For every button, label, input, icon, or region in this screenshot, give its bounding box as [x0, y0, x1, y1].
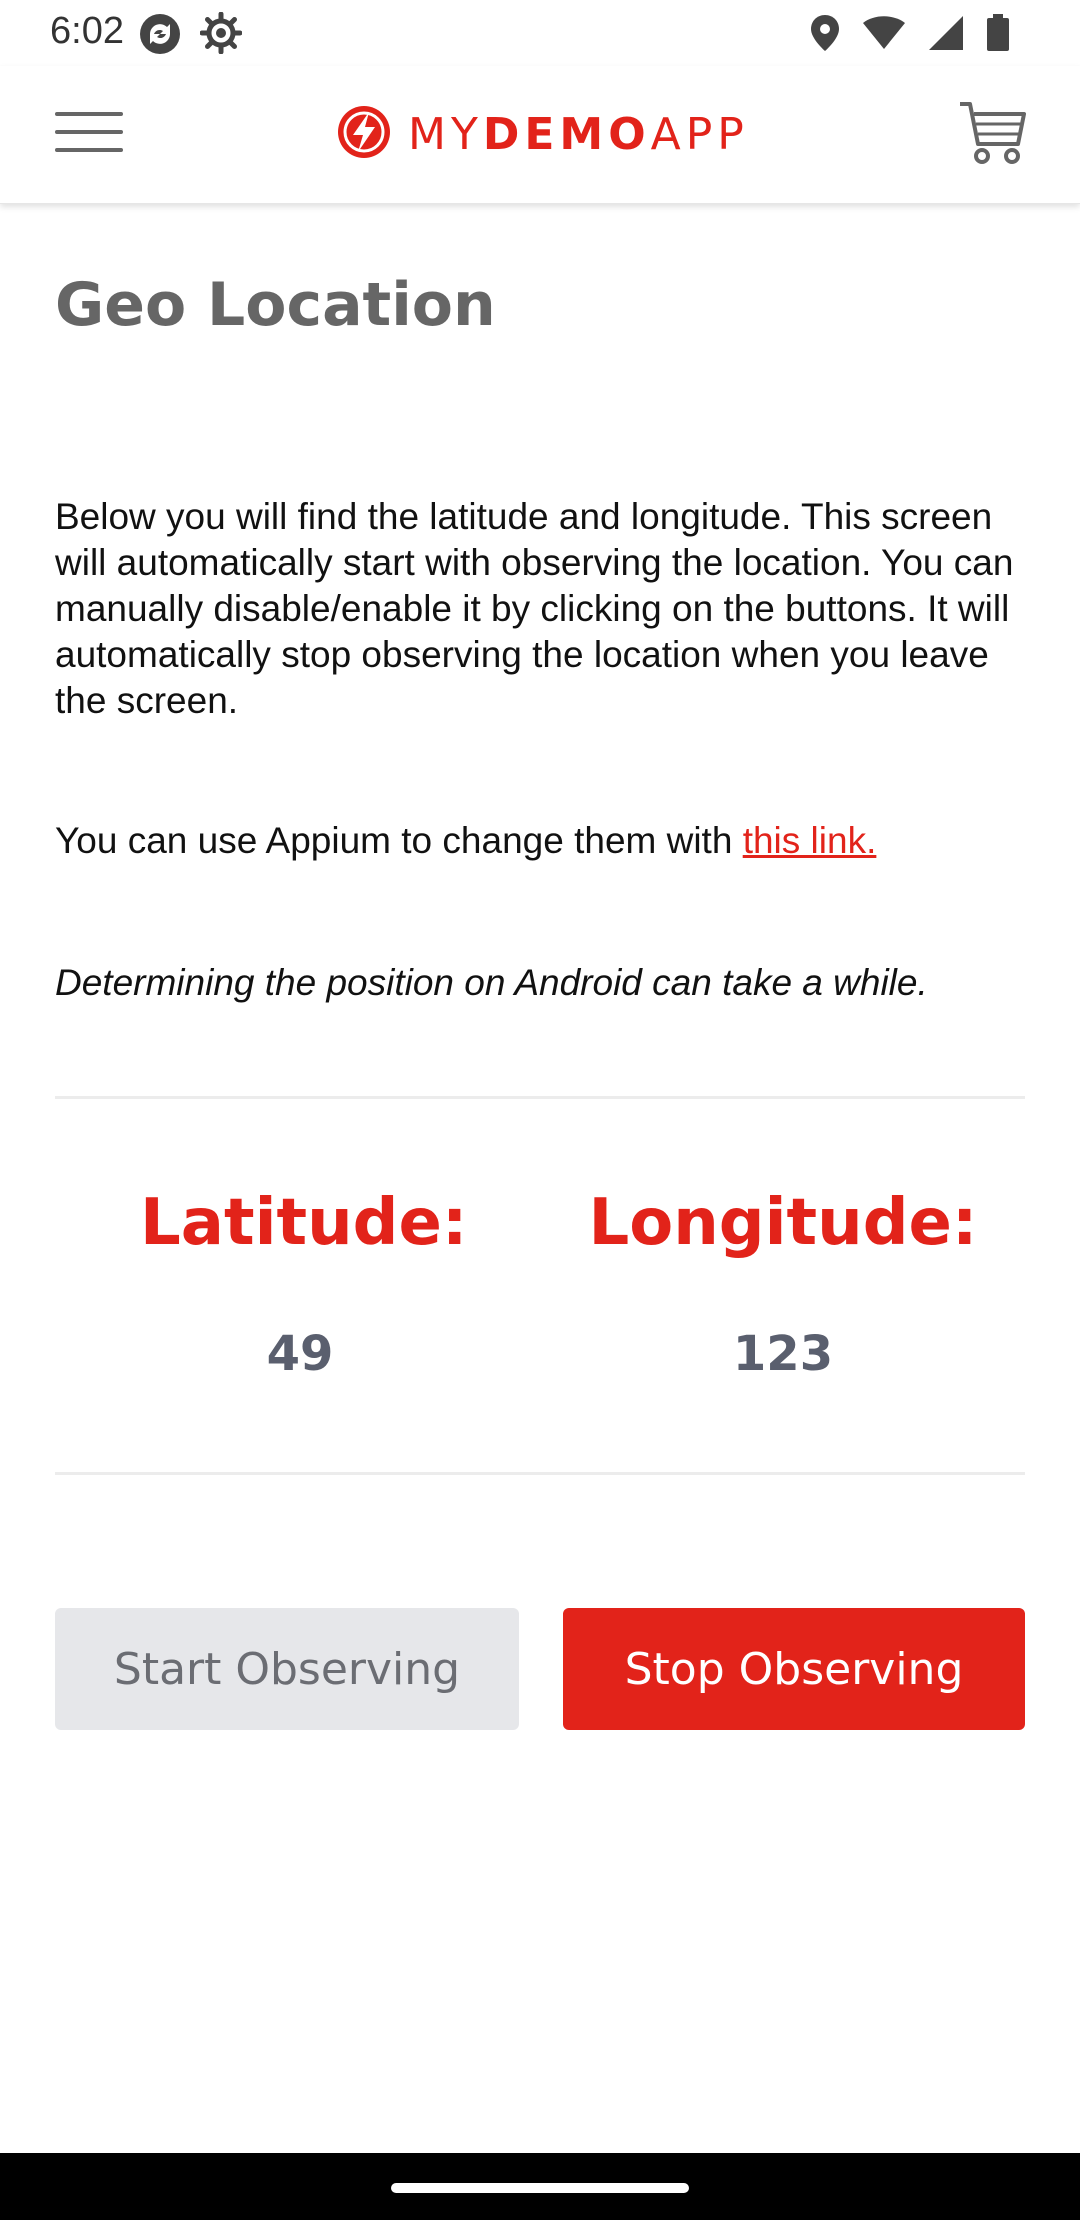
- latitude-label: Latitude:: [140, 1186, 468, 1260]
- battery-icon: [986, 14, 1010, 57]
- logo-bolt-icon: [336, 104, 392, 165]
- status-left-icons: [138, 11, 243, 61]
- longitude-value: 123: [732, 1326, 834, 1382]
- appium-info: You can use Appium to change them with t…: [55, 818, 1035, 864]
- status-bar: 6:02: [0, 0, 1080, 66]
- appium-text: You can use Appium to change them with: [55, 820, 743, 861]
- logo-text: MYDEMOAPP: [408, 109, 749, 160]
- start-observing-button[interactable]: Start Observing: [55, 1608, 519, 1730]
- position-note: Determining the position on Android can …: [55, 962, 928, 1003]
- sync-icon: [138, 12, 182, 61]
- status-right-icons: [810, 14, 1010, 57]
- longitude-label: Longitude:: [588, 1186, 978, 1260]
- page-title: Geo Location: [55, 270, 496, 340]
- location-pin-icon: [810, 14, 840, 57]
- divider-top: [55, 1096, 1025, 1099]
- signal-icon: [928, 15, 964, 56]
- home-gesture-handle[interactable]: [391, 2183, 689, 2193]
- app-logo: MYDEMOAPP: [336, 104, 749, 165]
- cart-icon[interactable]: [956, 98, 1028, 173]
- appium-link[interactable]: this link.: [743, 820, 877, 861]
- app-header: MYDEMOAPP: [0, 66, 1080, 204]
- settings-gear-icon: [199, 11, 243, 61]
- stop-observing-button[interactable]: Stop Observing: [563, 1608, 1025, 1730]
- wifi-icon: [862, 15, 906, 56]
- divider-bottom: [55, 1472, 1025, 1475]
- status-time: 6:02: [50, 10, 124, 52]
- page-description: Below you will find the latitude and lon…: [55, 496, 1014, 721]
- system-nav-bar: [0, 2153, 1080, 2220]
- latitude-value: 49: [266, 1326, 334, 1382]
- hamburger-menu-icon[interactable]: [55, 112, 123, 152]
